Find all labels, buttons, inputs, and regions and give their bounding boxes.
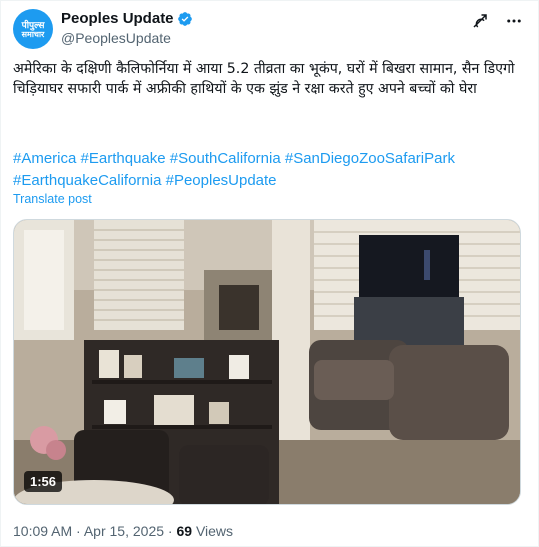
translate-post-link[interactable]: Translate post bbox=[13, 192, 92, 206]
meta-separator: · bbox=[76, 523, 81, 539]
post-card: पीपुल्स समाचार Peoples Update @PeoplesUp… bbox=[0, 0, 539, 547]
post-date[interactable]: Apr 15, 2025 bbox=[84, 523, 164, 539]
post-meta: 10:09 AM · Apr 15, 2025 · 69 Views bbox=[13, 523, 233, 539]
grok-icon[interactable] bbox=[470, 11, 490, 31]
hashtag-link[interactable]: #EarthquakeCalifornia bbox=[13, 172, 161, 189]
post-time[interactable]: 10:09 AM bbox=[13, 523, 72, 539]
handle[interactable]: @PeoplesUpdate bbox=[61, 30, 171, 46]
meta-separator: · bbox=[167, 523, 173, 539]
verified-badge-icon[interactable] bbox=[177, 11, 193, 27]
name-row: Peoples Update bbox=[61, 10, 193, 27]
avatar[interactable]: पीपुल्स समाचार bbox=[13, 9, 53, 49]
video-thumbnail bbox=[14, 220, 520, 504]
post-text: अमेरिका के दक्षिणी कैलिफोर्निया में आया … bbox=[13, 61, 515, 97]
views-count: 69 bbox=[176, 523, 193, 539]
hashtag-link[interactable]: #SouthCalifornia bbox=[170, 150, 281, 167]
hashtag-link[interactable]: #America bbox=[13, 150, 76, 167]
video-player[interactable]: 1:56 bbox=[13, 219, 521, 505]
hashtag-link[interactable]: #Earthquake bbox=[81, 150, 166, 167]
hashtag-list: #America #Earthquake #SouthCalifornia #S… bbox=[13, 148, 528, 192]
avatar-text-line1: पीपुल्स bbox=[21, 19, 45, 30]
hashtag-link[interactable]: #PeoplesUpdate bbox=[166, 172, 277, 189]
hashtag-link[interactable]: #SanDiegoZooSafariPark bbox=[285, 150, 455, 167]
views-label: Views bbox=[195, 523, 234, 539]
top-actions bbox=[470, 11, 524, 31]
display-name[interactable]: Peoples Update bbox=[61, 10, 174, 27]
more-icon[interactable] bbox=[504, 11, 524, 31]
video-duration: 1:56 bbox=[24, 471, 63, 492]
avatar-text-line2: समाचार bbox=[21, 29, 45, 39]
